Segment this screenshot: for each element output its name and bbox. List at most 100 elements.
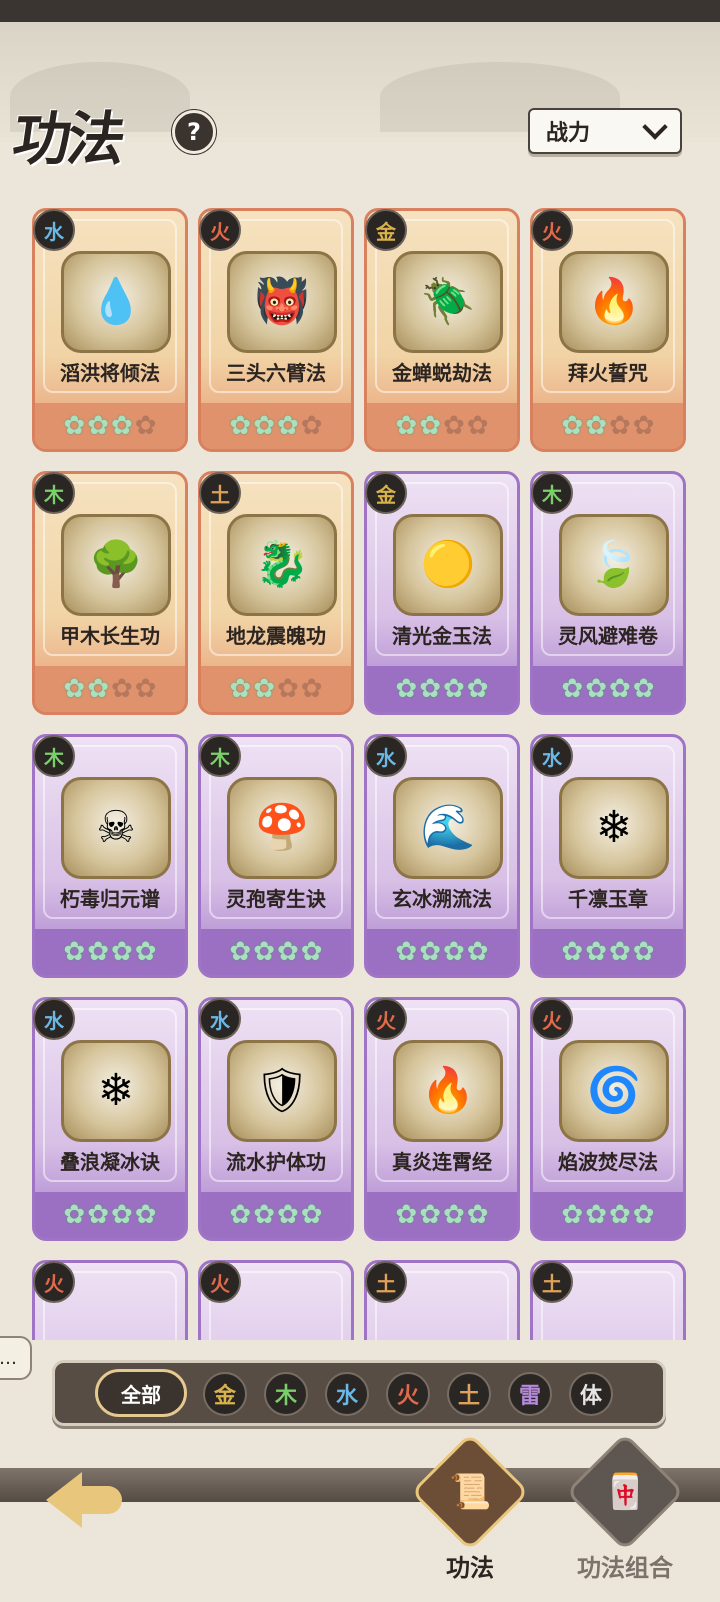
- star-filled-icon: ✿: [443, 937, 465, 967]
- star-filled-icon: ✿: [395, 411, 418, 441]
- skill-card[interactable]: 金 🪲 金蝉蜕劫法 ✿ ✿ ✿ ✿: [364, 208, 520, 452]
- filter-earth-button[interactable]: 土: [447, 1372, 491, 1416]
- back-button[interactable]: [40, 1464, 126, 1534]
- skill-name: 三头六臂法: [226, 361, 326, 385]
- star-filled-icon: ✿: [561, 411, 584, 441]
- star-rating: ✿ ✿ ✿ ✿: [367, 1192, 517, 1238]
- demon-figure-icon: 👹: [227, 251, 337, 353]
- star-filled-icon: ✿: [419, 411, 441, 441]
- earth-dragon-icon: 🐉: [227, 514, 337, 616]
- golden-cicada-icon: 🪲: [393, 251, 503, 353]
- water-spirit-icon: 💧: [61, 251, 171, 353]
- fire-talisman-icon: 🔥: [559, 251, 669, 353]
- star-empty-icon: ✿: [609, 411, 631, 441]
- element-badge: 木: [199, 735, 241, 777]
- star-filled-icon: ✿: [253, 674, 275, 704]
- sort-dropdown[interactable]: 战力: [528, 108, 682, 154]
- star-filled-icon: ✿: [277, 411, 299, 441]
- tab-skills-label: 功法: [446, 1554, 494, 1582]
- star-empty-icon: ✿: [134, 674, 157, 704]
- skill-card[interactable]: 木 🍄 灵孢寄生诀 ✿ ✿ ✿ ✿: [198, 734, 354, 978]
- element-badge: 火: [33, 1261, 75, 1303]
- star-rating: ✿ ✿ ✿ ✿: [35, 929, 185, 975]
- skill-card[interactable]: 水 ❄ 千凛玉章 ✿ ✿ ✿ ✿: [530, 734, 686, 978]
- star-filled-icon: ✿: [63, 674, 86, 704]
- star-rating: ✿ ✿ ✿ ✿: [367, 929, 517, 975]
- element-badge: 金: [365, 209, 407, 251]
- star-empty-icon: ✿: [632, 411, 655, 441]
- star-filled-icon: ✿: [87, 411, 109, 441]
- star-rating: ✿ ✿ ✿ ✿: [367, 403, 517, 449]
- skill-name: 清光金玉法: [392, 624, 492, 648]
- star-filled-icon: ✿: [111, 1200, 133, 1230]
- skill-card[interactable]: 火 🌀 焰波焚尽法 ✿ ✿ ✿ ✿: [530, 997, 686, 1241]
- filter-all-button[interactable]: 全部: [95, 1369, 187, 1417]
- star-filled-icon: ✿: [134, 937, 157, 967]
- filter-water-button[interactable]: 水: [325, 1372, 369, 1416]
- help-icon[interactable]: ?: [172, 110, 216, 154]
- skill-card[interactable]: 火 🔥 拜火誓咒 ✿ ✿ ✿ ✿: [530, 208, 686, 452]
- skill-card[interactable]: 土✿✿✿✿: [530, 1260, 686, 1340]
- skill-card[interactable]: 木 ☠ 朽毒归元谱 ✿ ✿ ✿ ✿: [32, 734, 188, 978]
- element-badge: 火: [199, 1261, 241, 1303]
- star-filled-icon: ✿: [253, 937, 275, 967]
- star-rating: ✿ ✿ ✿ ✿: [201, 929, 351, 975]
- filter-metal-button[interactable]: 金: [203, 1372, 247, 1416]
- skill-name: 拜火誓咒: [568, 361, 648, 385]
- element-badge: 土: [199, 472, 241, 514]
- water-shield-icon: 🛡: [227, 1040, 337, 1142]
- star-filled-icon: ✿: [395, 937, 418, 967]
- chat-bubble-icon[interactable]: …: [0, 1336, 32, 1380]
- skill-card[interactable]: 水 💧 滔洪将倾法 ✿ ✿ ✿ ✿: [32, 208, 188, 452]
- star-filled-icon: ✿: [253, 411, 275, 441]
- skill-card[interactable]: 火✿✿✿✿: [198, 1260, 354, 1340]
- element-badge: 木: [33, 472, 75, 514]
- filter-wood-button[interactable]: 木: [264, 1372, 308, 1416]
- skill-card[interactable]: 金 🟡 清光金玉法 ✿ ✿ ✿ ✿: [364, 471, 520, 715]
- star-filled-icon: ✿: [609, 674, 631, 704]
- star-rating: ✿ ✿ ✿ ✿: [35, 666, 185, 712]
- star-filled-icon: ✿: [277, 937, 299, 967]
- skill-card[interactable]: 土✿✿✿✿: [364, 1260, 520, 1340]
- spore-figure-icon: 🍄: [227, 777, 337, 879]
- chevron-down-icon: [642, 114, 668, 140]
- star-filled-icon: ✿: [632, 674, 655, 704]
- skill-card[interactable]: 土 🐉 地龙震魄功 ✿ ✿ ✿ ✿: [198, 471, 354, 715]
- skill-name: 焰波焚尽法: [558, 1150, 658, 1174]
- skill-card[interactable]: 水 ❄ 叠浪凝冰诀 ✿ ✿ ✿ ✿: [32, 997, 188, 1241]
- star-filled-icon: ✿: [419, 674, 441, 704]
- water-wave-icon: 🌊: [393, 777, 503, 879]
- filter-thunder-button[interactable]: 雷: [508, 1372, 552, 1416]
- skill-name: 千凛玉章: [568, 887, 648, 911]
- skill-card[interactable]: 木 🌳 甲木长生功 ✿ ✿ ✿ ✿: [32, 471, 188, 715]
- star-rating: ✿ ✿ ✿ ✿: [201, 1192, 351, 1238]
- star-filled-icon: ✿: [134, 1200, 157, 1230]
- star-rating: ✿ ✿ ✿ ✿: [201, 403, 351, 449]
- skill-card[interactable]: 水 🛡 流水护体功 ✿ ✿ ✿ ✿: [198, 997, 354, 1241]
- star-empty-icon: ✿: [111, 674, 133, 704]
- element-badge: 金: [365, 472, 407, 514]
- ice-shard-icon: ❄: [559, 777, 669, 879]
- skill-card[interactable]: 火 👹 三头六臂法 ✿ ✿ ✿ ✿: [198, 208, 354, 452]
- filter-fire-button[interactable]: 火: [386, 1372, 430, 1416]
- sort-label: 战力: [546, 121, 591, 146]
- tab-skills[interactable]: 📜 功法: [405, 1432, 535, 1582]
- skill-card[interactable]: 火✿✿✿✿: [32, 1260, 188, 1340]
- skill-card[interactable]: 火 🔥 真炎连霄经 ✿ ✿ ✿ ✿: [364, 997, 520, 1241]
- filter-body-button[interactable]: 体: [569, 1372, 613, 1416]
- element-badge: 火: [531, 998, 573, 1040]
- star-rating: ✿ ✿ ✿ ✿: [367, 666, 517, 712]
- skill-card[interactable]: 水 🌊 玄冰溯流法 ✿ ✿ ✿ ✿: [364, 734, 520, 978]
- star-filled-icon: ✿: [300, 1200, 323, 1230]
- skill-name: 甲木长生功: [60, 624, 160, 648]
- star-filled-icon: ✿: [395, 674, 418, 704]
- star-filled-icon: ✿: [609, 937, 631, 967]
- star-filled-icon: ✿: [229, 937, 252, 967]
- element-filter-bar: 全部 金木水火土雷体: [52, 1360, 666, 1426]
- skill-card[interactable]: 木 🍃 灵风避难卷 ✿ ✿ ✿ ✿: [530, 471, 686, 715]
- star-filled-icon: ✿: [111, 937, 133, 967]
- tab-skill-combo[interactable]: 🀄 功法组合: [560, 1432, 690, 1582]
- star-filled-icon: ✿: [87, 937, 109, 967]
- element-badge: 土: [531, 1261, 573, 1303]
- star-filled-icon: ✿: [466, 674, 489, 704]
